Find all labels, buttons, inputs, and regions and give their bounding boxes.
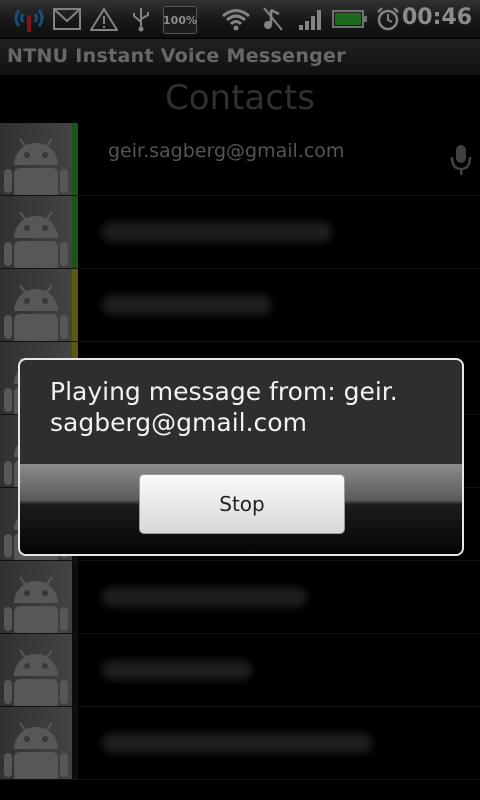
stop-button[interactable]: Stop [139,474,345,534]
playback-dialog: Playing message from: geir. sagberg@gmai… [18,358,464,556]
dialog-message: Playing message from: geir. sagberg@gmai… [50,377,398,437]
